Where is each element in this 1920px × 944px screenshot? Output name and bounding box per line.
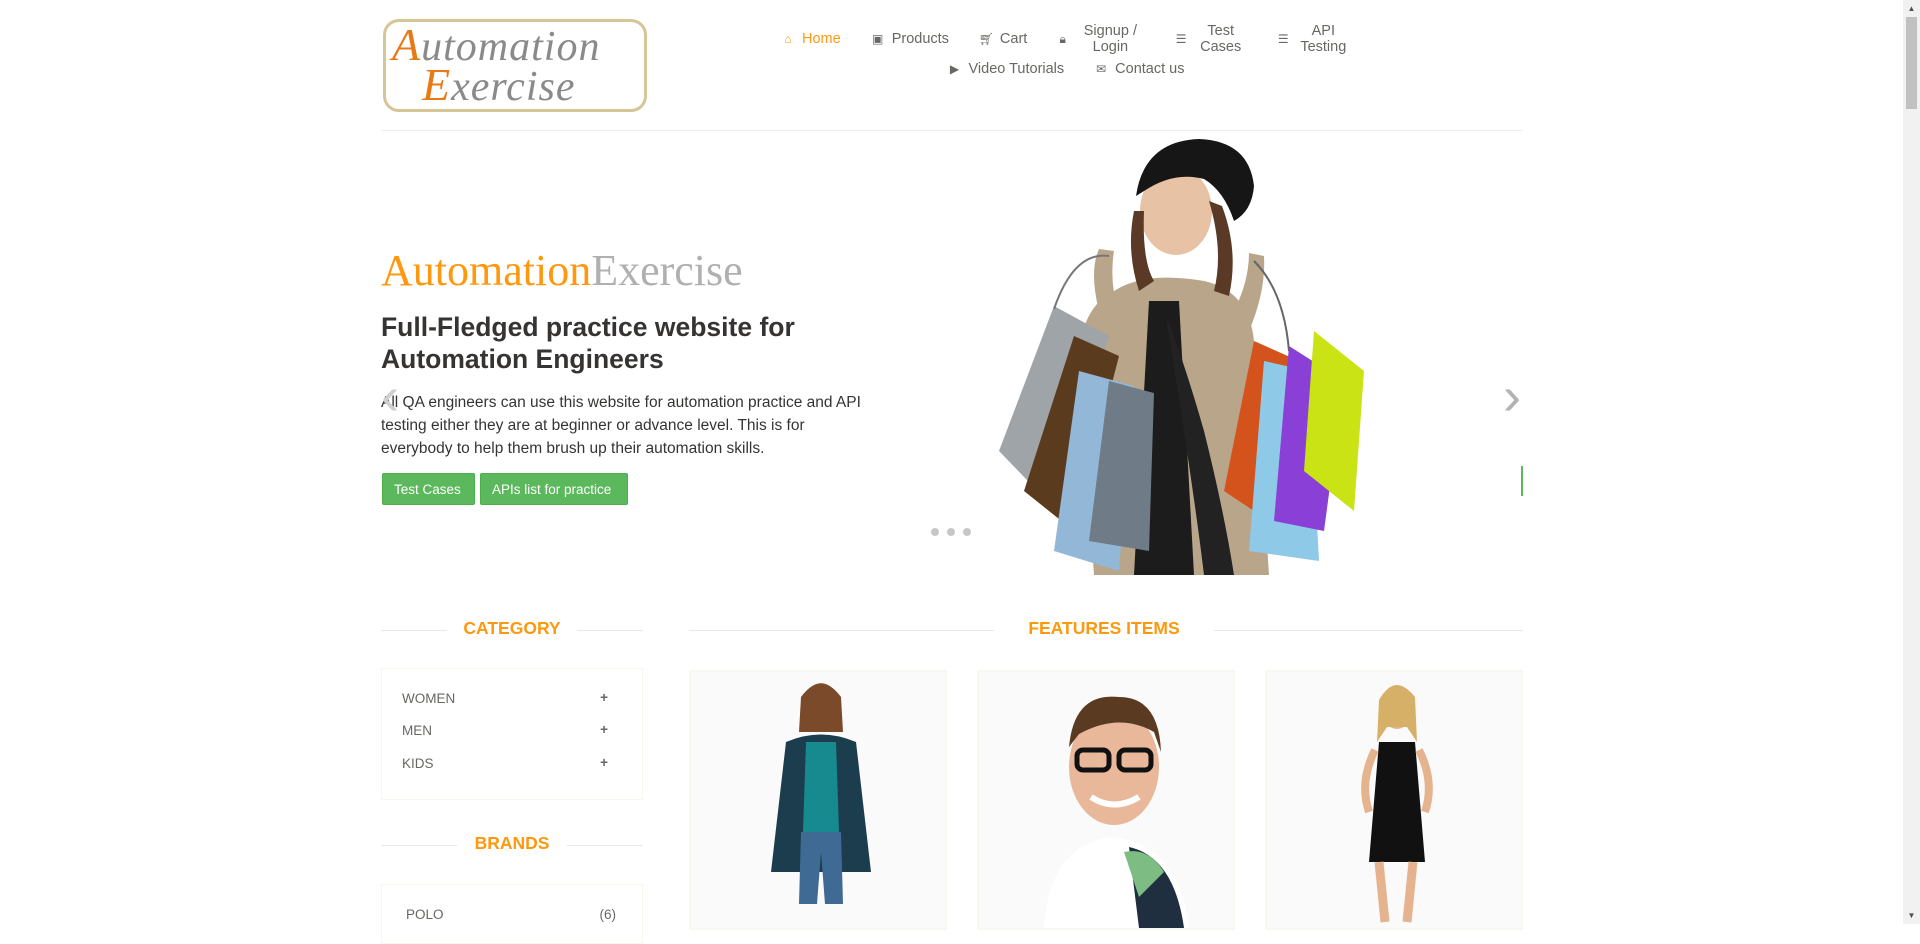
hero-image [904,131,1384,575]
plus-icon[interactable]: + [600,722,608,737]
nav-test-cases[interactable]: ☰ Test Cases [1176,23,1248,55]
category-men[interactable]: MEN + [402,722,624,738]
next-slide-peek [1521,291,1523,496]
carousel-dot[interactable] [931,528,939,536]
hero-slider: AutomationExercise Full-Fledged practice… [381,131,1523,575]
nav-cart[interactable]: 🛒︎ Cart [979,31,1027,47]
nav-contact-us[interactable]: ✉ Contact us [1094,61,1184,77]
slider-prev-button[interactable]: ‹ [381,369,399,423]
page-scrollbar[interactable]: ▲ ▼ [1903,0,1920,924]
lock-icon: 🔒︎ [1059,31,1066,46]
features-title: FEATURES ITEMS [994,618,1214,639]
cart-icon: 🛒︎ [978,32,995,46]
carousel-dot[interactable] [947,528,955,536]
nav-products[interactable]: ▣ Products [871,31,949,47]
slider-next-button[interactable]: › [1503,369,1521,423]
product-image-man-polo[interactable] [979,672,1233,928]
shopping-woman-illustration [999,139,1364,575]
envelope-icon: ✉ [1096,62,1107,76]
product-card [1265,670,1523,930]
svg-text:Exercise: Exercise [421,59,575,109]
scroll-up-arrow-icon[interactable]: ▲ [1903,0,1920,17]
nav-api-testing[interactable]: ☰ API Testing [1278,23,1351,55]
main-nav: ⌂ Home ▣ Products 🛒︎ Cart 🔒︎ Signup / Login … [781,23,1351,84]
logo-wordmark: Automation Exercise [389,22,600,109]
product-card [689,670,947,930]
nav-video-tutorials[interactable]: ▶ Video Tutorials [948,61,1064,77]
video-icon: ▶ [949,62,960,76]
list-icon: ☰ [1175,32,1187,46]
product-card [977,670,1235,930]
product-image-woman-cardigan[interactable] [691,672,945,928]
carousel-indicators [931,528,971,536]
carousel-dot[interactable] [963,528,971,536]
category-kids[interactable]: KIDS + [402,755,624,771]
scroll-down-arrow-icon[interactable]: ▼ [1903,907,1920,924]
plus-icon[interactable]: + [600,690,608,705]
site-logo[interactable]: Automation Exercise [383,19,647,112]
product-image-woman-black-dress[interactable] [1267,672,1521,928]
slider-heading: Full-Fledged practice website for Automa… [381,312,795,374]
slider-brand-title: AutomationExercise [381,246,743,295]
nav-home[interactable]: ⌂ Home [781,31,840,47]
test-cases-button[interactable]: Test Cases [382,473,475,505]
scrollbar-thumb[interactable] [1906,17,1917,109]
category-women[interactable]: WOMEN + [402,690,624,706]
nav-signup-login[interactable]: 🔒︎ Signup / Login [1057,23,1145,55]
brands-panel: POLO (6) [381,884,643,944]
svg-text:Automation: Automation [389,22,600,70]
brand-polo[interactable]: POLO (6) [406,907,616,922]
plus-icon[interactable]: + [600,755,608,770]
products-icon: ▣ [872,32,884,46]
category-title: CATEGORY [447,618,577,639]
apis-list-button[interactable]: APIs list for practice [480,473,628,505]
slider-description: All QA engineers can use this website fo… [381,394,861,457]
home-icon: ⌂ [784,32,792,46]
brands-title: BRANDS [457,833,567,854]
category-panel: WOMEN + MEN + KIDS + [381,668,643,800]
list-icon: ☰ [1277,32,1289,46]
